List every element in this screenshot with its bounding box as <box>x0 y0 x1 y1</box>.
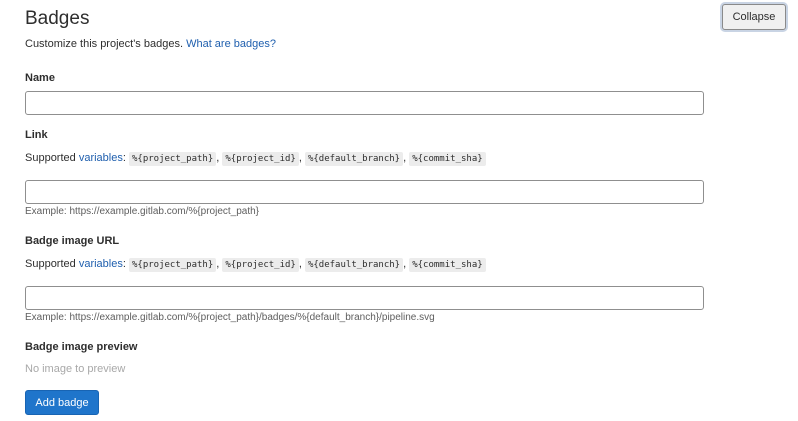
variable-code: %{commit_sha} <box>409 152 486 166</box>
collapse-button[interactable]: Collapse <box>722 4 786 30</box>
variable-code: %{project_path} <box>128 152 217 166</box>
what-are-badges-link[interactable]: What are badges? <box>186 38 276 50</box>
image-url-example-help: Example: https://example.gitlab.com/%{pr… <box>25 312 435 323</box>
variable-code: %{default_branch} <box>304 152 404 166</box>
description-text: Customize this project's badges. <box>25 38 184 50</box>
variables-link[interactable]: variables <box>79 258 123 270</box>
link-supported-variables: Supported variables: %{project_path}, %{… <box>25 152 486 166</box>
image-url-input[interactable] <box>25 286 704 310</box>
name-input[interactable] <box>25 91 704 115</box>
preview-label: Badge image preview <box>25 341 138 353</box>
page-title: Badges <box>25 8 90 29</box>
variable-code: %{project_path} <box>128 258 217 272</box>
add-badge-button[interactable]: Add badge <box>25 390 99 415</box>
link-example-help: Example: https://example.gitlab.com/%{pr… <box>25 206 260 217</box>
name-label: Name <box>25 72 55 84</box>
variable-code: %{default_branch} <box>304 258 404 272</box>
link-input[interactable] <box>25 180 704 204</box>
variable-code: %{project_id} <box>222 152 299 166</box>
link-label: Link <box>25 129 48 141</box>
image-url-label: Badge image URL <box>25 235 120 247</box>
image-url-supported-variables: Supported variables: %{project_path}, %{… <box>25 258 486 272</box>
supported-text: Supported <box>25 258 76 270</box>
variable-code: %{commit_sha} <box>409 258 486 272</box>
supported-text: Supported <box>25 152 76 164</box>
variables-link[interactable]: variables <box>79 152 123 164</box>
section-description: Customize this project's badges. What ar… <box>25 38 276 50</box>
variable-code: %{project_id} <box>222 258 299 272</box>
preview-empty-text: No image to preview <box>25 363 126 375</box>
